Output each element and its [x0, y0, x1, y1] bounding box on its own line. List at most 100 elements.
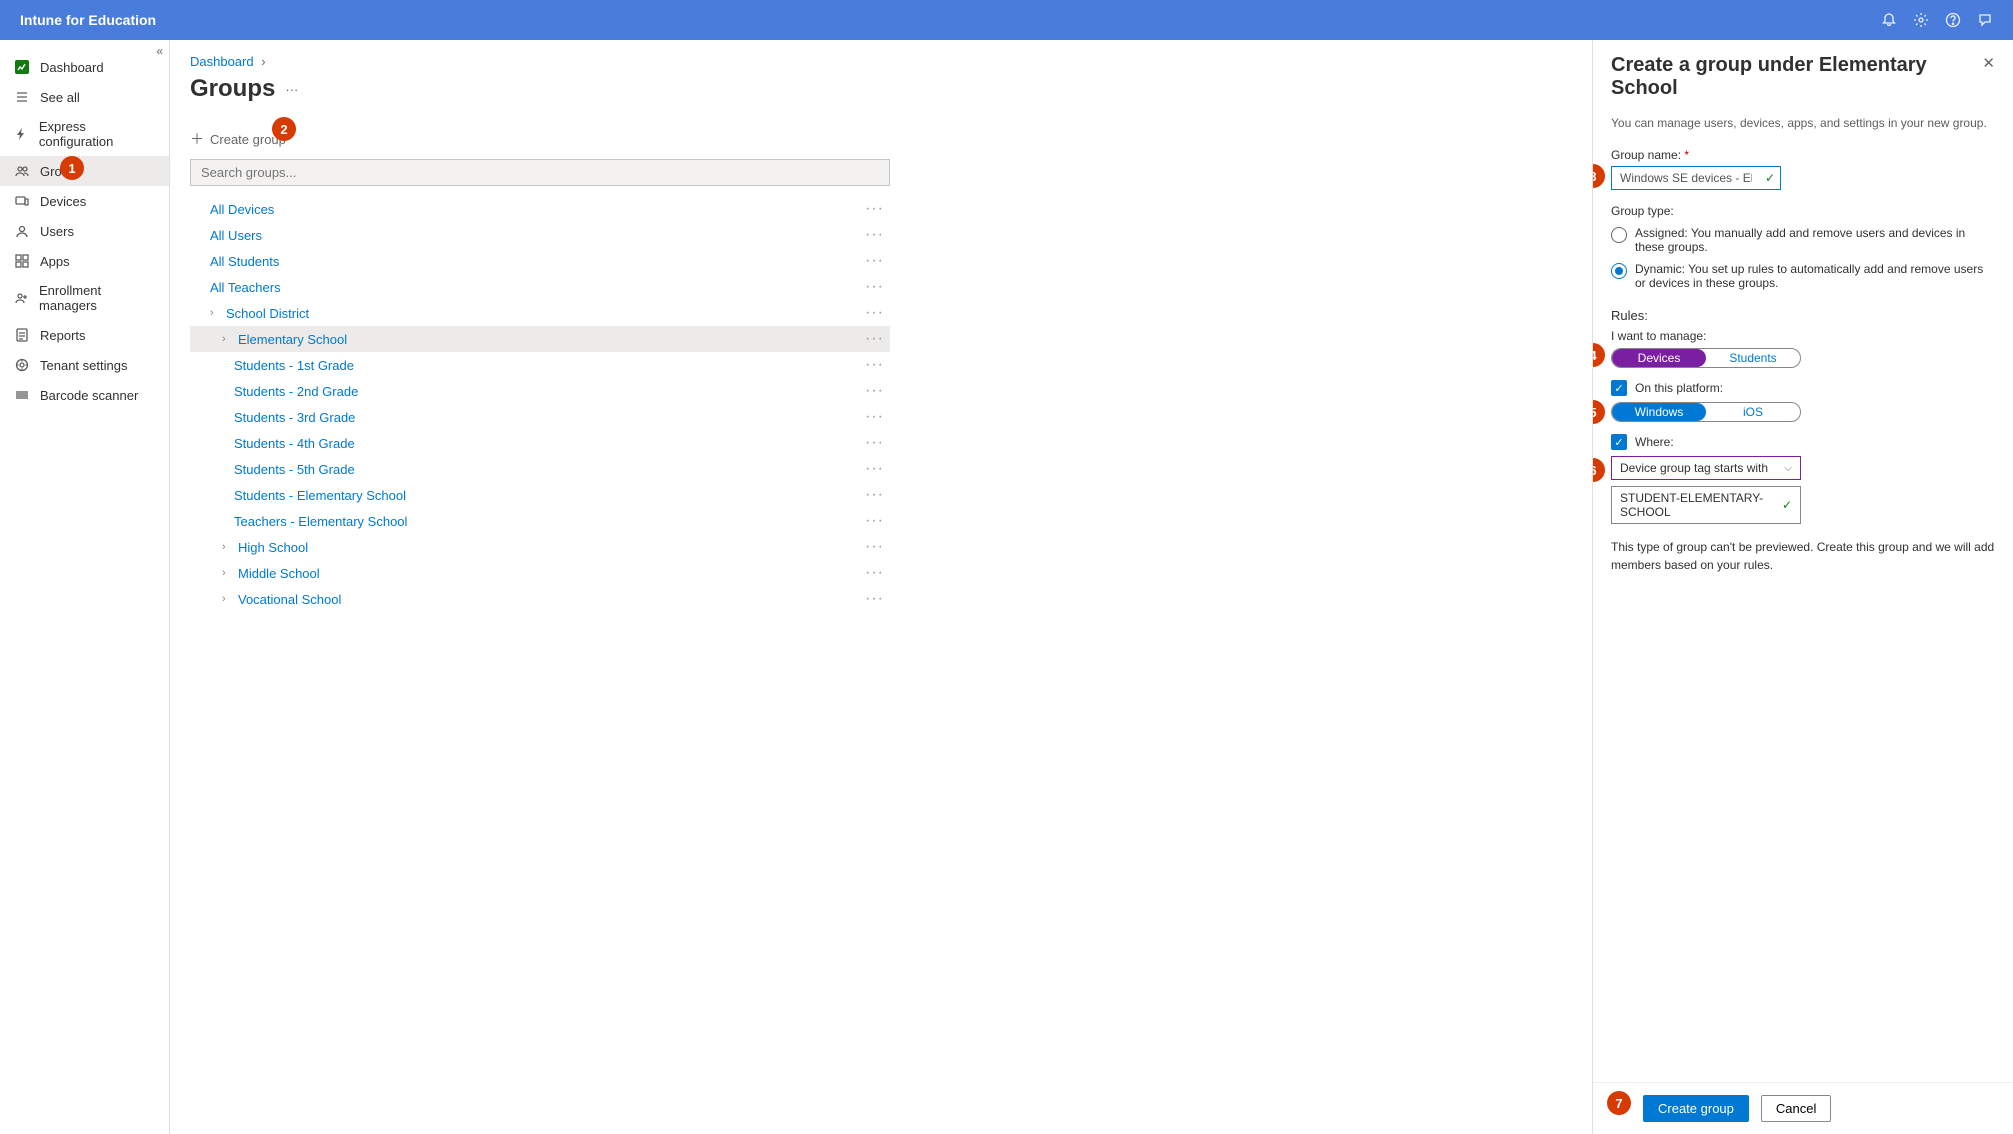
rules-label: Rules:	[1611, 308, 1995, 323]
nav-users[interactable]: Users	[0, 216, 169, 246]
group-name-label: Group name: *	[1611, 148, 1995, 162]
more-icon[interactable]: ···	[865, 564, 890, 582]
more-icon[interactable]: ···	[865, 356, 890, 374]
nav-barcode[interactable]: Barcode scanner	[0, 380, 169, 410]
manage-toggle[interactable]: Devices Students	[1611, 348, 1801, 368]
preview-note: This type of group can't be previewed. C…	[1611, 538, 1995, 574]
tree-row[interactable]: All Teachers···	[190, 274, 890, 300]
header-actions	[1881, 12, 1993, 28]
where-value-input[interactable]: STUDENT-ELEMENTARY-SCHOOL ✓	[1611, 486, 1801, 524]
panel-description: You can manage users, devices, apps, and…	[1611, 116, 1995, 130]
group-name-input[interactable]	[1611, 166, 1781, 190]
more-icon[interactable]: ···	[865, 538, 890, 556]
more-icon[interactable]: ···	[865, 252, 890, 270]
tree-item-label: Students - 5th Grade	[234, 462, 355, 477]
toggle-ios[interactable]: iOS	[1706, 403, 1800, 421]
more-icon[interactable]: ···	[865, 330, 890, 348]
radio-dynamic[interactable]: Dynamic: You set up rules to automatical…	[1611, 258, 1995, 294]
nav-label: Users	[40, 224, 74, 239]
nav-apps[interactable]: Apps	[0, 246, 169, 276]
toggle-windows[interactable]: Windows	[1612, 403, 1706, 421]
tree-item-label: Teachers - Elementary School	[234, 514, 407, 529]
chevron-right-icon: ›	[210, 307, 222, 319]
list-icon	[14, 89, 30, 105]
toggle-students[interactable]: Students	[1706, 349, 1800, 367]
where-checkbox[interactable]: ✓	[1611, 434, 1627, 450]
more-icon[interactable]: ···	[865, 408, 890, 426]
tree-row[interactable]: Students - Elementary School ···	[190, 482, 890, 508]
toggle-devices[interactable]: Devices	[1612, 349, 1706, 367]
tree-row[interactable]: ›High School···	[190, 534, 890, 560]
callout-2: 2	[272, 117, 296, 141]
breadcrumb-item[interactable]: Dashboard	[190, 54, 254, 69]
tree-item-label: High School	[238, 540, 308, 555]
chevron-down-icon: ⌵	[1784, 463, 1792, 474]
tree-row[interactable]: Students - 5th Grade ···	[190, 456, 890, 482]
panel-title: Create a group under Elementary School	[1611, 54, 1982, 100]
tree-row[interactable]: ›School District···	[190, 300, 890, 326]
chevron-right-icon: ›	[222, 593, 234, 605]
nav-label: Enrollment managers	[39, 283, 155, 313]
more-icon[interactable]: ···	[865, 304, 890, 322]
nav-enrollment[interactable]: Enrollment managers	[0, 276, 169, 320]
tree-item-label: Elementary School	[238, 332, 347, 347]
tree-item-label: Students - Elementary School	[234, 488, 406, 503]
nav-express[interactable]: Express configuration	[0, 112, 169, 156]
more-icon[interactable]: ···	[865, 382, 890, 400]
nav-label: Dashboard	[40, 60, 104, 75]
more-icon[interactable]: ···	[285, 82, 298, 97]
nav-label: Reports	[40, 328, 86, 343]
more-icon[interactable]: ···	[865, 512, 890, 530]
search-input[interactable]	[190, 159, 890, 186]
chevron-right-icon: ›	[261, 54, 265, 69]
nav-label: Apps	[40, 254, 70, 269]
more-icon[interactable]: ···	[865, 486, 890, 504]
platform-checkbox[interactable]: ✓	[1611, 380, 1627, 396]
tree-row[interactable]: Students - 4th Grade···	[190, 430, 890, 456]
create-group-submit[interactable]: Create group	[1643, 1095, 1749, 1122]
nav-label: Express configuration	[39, 119, 155, 149]
nav-see-all[interactable]: See all	[0, 82, 169, 112]
more-icon[interactable]: ···	[865, 434, 890, 452]
nav-reports[interactable]: Reports	[0, 320, 169, 350]
devices-icon	[14, 193, 30, 209]
more-icon[interactable]: ···	[865, 226, 890, 244]
nav-tenant[interactable]: Tenant settings	[0, 350, 169, 380]
tree-row[interactable]: Students - 2nd Grade ···	[190, 378, 890, 404]
tree-row[interactable]: Teachers - Elementary School ···	[190, 508, 890, 534]
help-icon[interactable]	[1945, 12, 1961, 28]
group-type-label: Group type:	[1611, 204, 1995, 218]
tree-row[interactable]: All Users···	[190, 222, 890, 248]
tree-row[interactable]: All Students···	[190, 248, 890, 274]
tree-item-label: Students - 2nd Grade	[234, 384, 358, 399]
notification-icon[interactable]	[1881, 12, 1897, 28]
nav-devices[interactable]: Devices	[0, 186, 169, 216]
platform-toggle[interactable]: Windows iOS	[1611, 402, 1801, 422]
feedback-icon[interactable]	[1977, 12, 1993, 28]
tree-row[interactable]: Students - 1st Grade···	[190, 352, 890, 378]
more-icon[interactable]: ···	[865, 460, 890, 478]
tree-row[interactable]: All Devices···	[190, 196, 890, 222]
chevron-right-icon: ›	[222, 567, 234, 579]
cancel-button[interactable]: Cancel	[1761, 1095, 1831, 1122]
nav-groups[interactable]: Groups 1	[0, 156, 169, 186]
tree-row[interactable]: ›Elementary School···	[190, 326, 890, 352]
page-title: Groups	[190, 75, 275, 103]
more-icon[interactable]: ···	[865, 278, 890, 296]
tree-row[interactable]: Students - 3rd Grade···	[190, 404, 890, 430]
create-group-button[interactable]: ＋ Create group 2	[190, 123, 1572, 159]
settings-icon[interactable]	[1913, 12, 1929, 28]
more-icon[interactable]: ···	[865, 590, 890, 608]
tree-row[interactable]: ›Middle School···	[190, 560, 890, 586]
where-condition-select[interactable]: Device group tag starts with ⌵	[1611, 456, 1801, 480]
nav-label: Devices	[40, 194, 86, 209]
nav-dashboard[interactable]: Dashboard	[0, 52, 169, 82]
select-value: Device group tag starts with	[1620, 461, 1768, 475]
close-icon[interactable]: ✕	[1982, 54, 1995, 72]
enrollment-icon	[14, 290, 29, 306]
app-title: Intune for Education	[20, 12, 156, 28]
create-group-panel: Create a group under Elementary School ✕…	[1593, 40, 2013, 1134]
radio-assigned[interactable]: Assigned: You manually add and remove us…	[1611, 222, 1995, 258]
tree-row[interactable]: ›Vocational School···	[190, 586, 890, 612]
more-icon[interactable]: ···	[865, 200, 890, 218]
